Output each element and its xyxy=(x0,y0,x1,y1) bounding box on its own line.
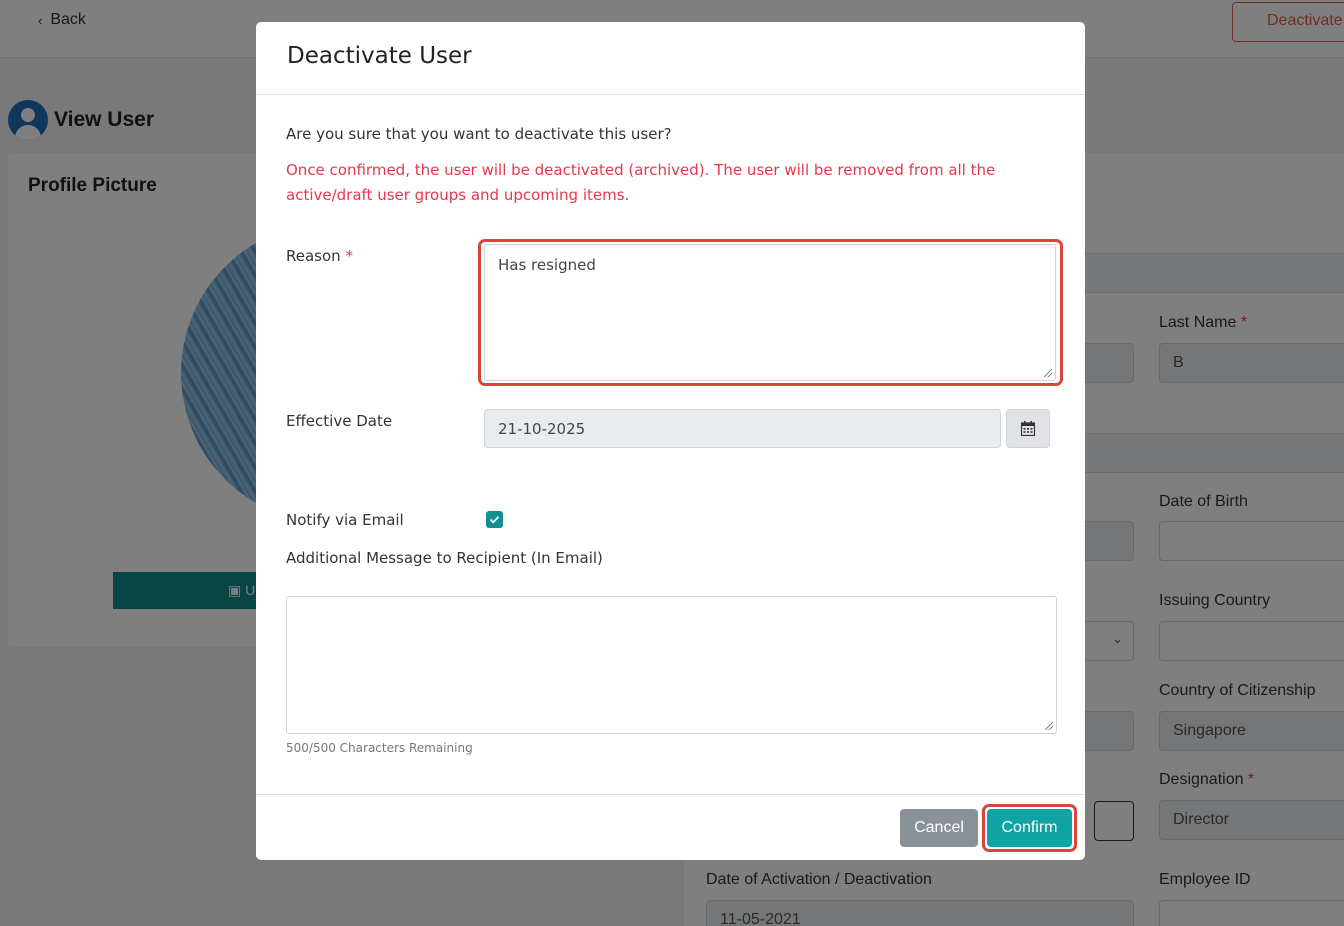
additional-message-label: Additional Message to Recipient (In Emai… xyxy=(286,549,603,567)
reason-highlight xyxy=(478,239,1063,386)
calendar-icon xyxy=(1021,421,1035,436)
resize-handle-icon[interactable] xyxy=(1045,722,1053,730)
modal-header: Deactivate User xyxy=(256,22,1085,95)
effective-date-field[interactable]: 21-10-2025 xyxy=(484,409,1001,448)
effective-date-label: Effective Date xyxy=(286,412,393,430)
deactivate-user-dialog: Deactivate User Are you sure that you wa… xyxy=(256,22,1085,860)
additional-message-textarea[interactable] xyxy=(286,596,1057,734)
cancel-button[interactable]: Cancel xyxy=(900,809,978,847)
deactivation-warning: Once confirmed, the user will be deactiv… xyxy=(286,161,996,204)
modal-title: Deactivate User xyxy=(287,43,472,69)
modal-footer: Cancel Confirm xyxy=(256,794,1085,860)
confirm-highlight xyxy=(982,804,1077,852)
confirmation-question: Are you sure that you want to deactivate… xyxy=(286,125,672,143)
notify-email-label: Notify via Email xyxy=(286,511,404,529)
reason-label: Reason * xyxy=(286,247,353,265)
notify-email-checkbox[interactable] xyxy=(486,511,503,528)
check-icon xyxy=(489,516,500,524)
calendar-button[interactable] xyxy=(1006,409,1050,448)
char-count: 500/500 Characters Remaining xyxy=(286,741,473,755)
